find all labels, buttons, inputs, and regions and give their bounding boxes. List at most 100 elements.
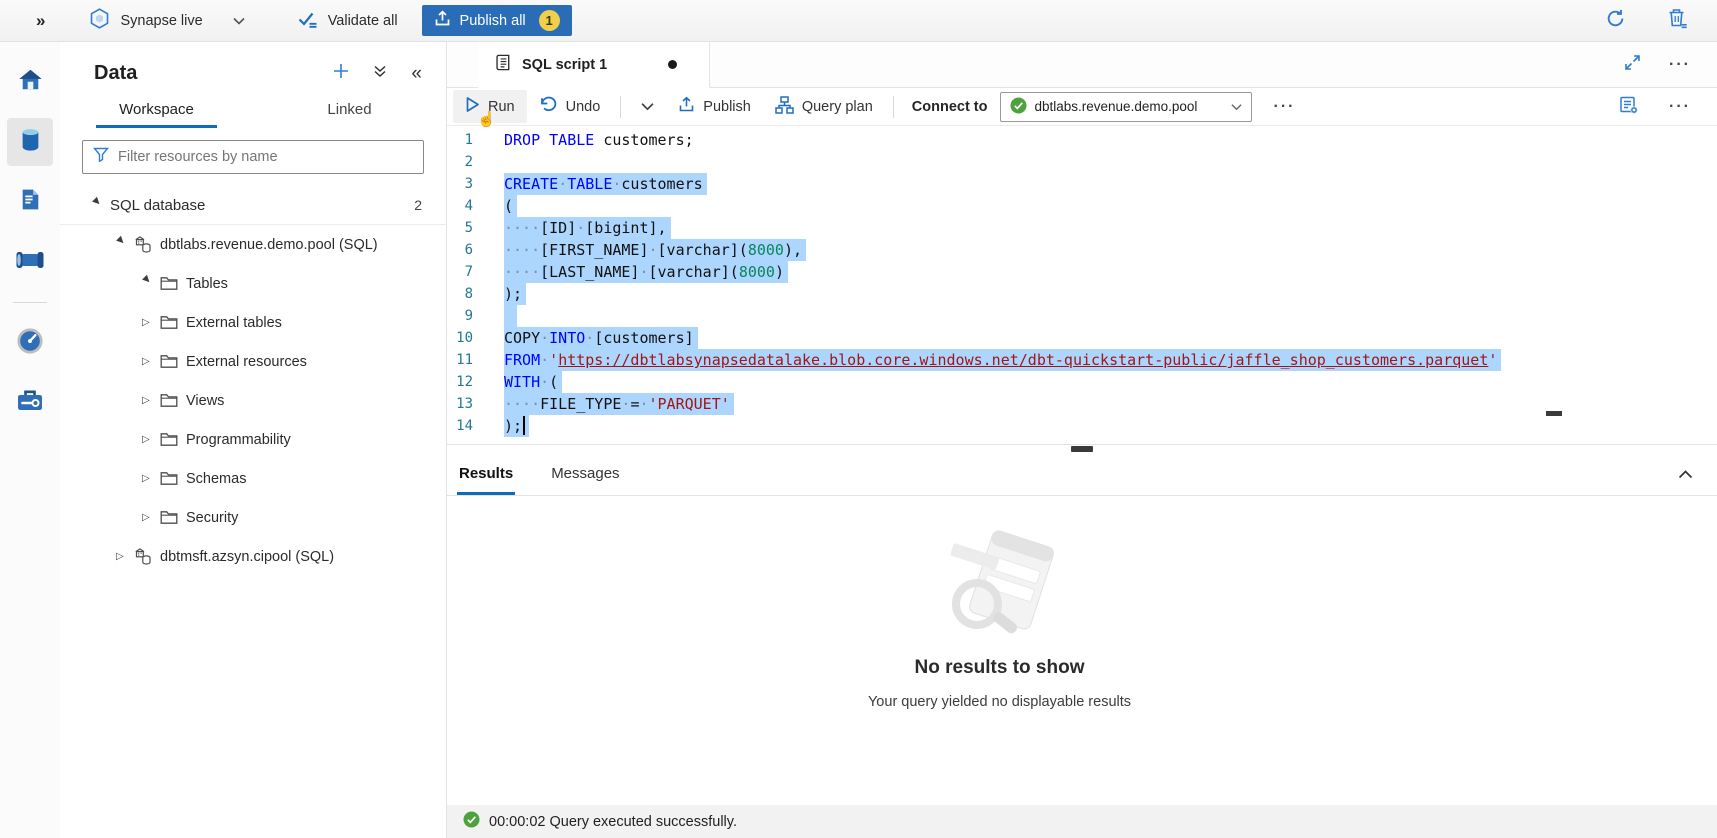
publish-all-button[interactable]: Publish all 1 [422, 5, 572, 36]
tree-item-label: External tables [186, 315, 282, 331]
tree-item-security[interactable]: ▷Security [60, 498, 446, 537]
collapse-all-icon[interactable] [373, 64, 387, 83]
home-icon [17, 67, 44, 98]
folder-icon [160, 510, 186, 525]
nav-monitor[interactable] [7, 313, 53, 373]
expand-icon[interactable]: ▷ [116, 551, 134, 562]
tree-item-external-resources[interactable]: ▷ External resources [60, 342, 446, 381]
query-status-bar: 00:00:02 Query executed successfully. [447, 805, 1717, 838]
tree-item-programmability[interactable]: ▷Programmability [60, 420, 446, 459]
no-results-illustration [925, 524, 1075, 649]
collapse-icon[interactable]: ▶ [91, 195, 112, 216]
code-lines: 1DROP TABLE customers;23CREATE·TABLE·cus… [447, 129, 1717, 437]
tab-sql-script-1[interactable]: SQL script 1 [478, 42, 710, 88]
code-editor[interactable]: 1DROP TABLE customers;23CREATE·TABLE·cus… [447, 126, 1717, 444]
query-plan-button[interactable]: Query plan [763, 90, 885, 124]
expand-icon[interactable]: ▷ [142, 317, 160, 328]
tree-item-dbtlabs-pool[interactable]: ▶dbtlabs.revenue.demo.pool (SQL) [60, 225, 446, 264]
expand-icon[interactable]: ▷ [142, 434, 160, 445]
tab-linked[interactable]: Linked [253, 101, 446, 128]
tab-workspace[interactable]: Workspace [60, 101, 253, 128]
line-number: 3 [447, 173, 473, 195]
toolbar-divider [620, 96, 621, 118]
develop-icon [18, 186, 43, 218]
query-plan-icon [775, 96, 794, 118]
item-count: 2 [414, 197, 446, 213]
scrollbar-marker[interactable] [1546, 411, 1562, 416]
folder-icon [160, 471, 186, 486]
line-number: 5 [447, 217, 473, 239]
collapse-icon[interactable]: ▶ [115, 234, 136, 255]
filter-input[interactable] [118, 149, 413, 165]
tree-item-tables[interactable]: ▶Tables [60, 264, 446, 303]
add-resource-button[interactable] [333, 63, 349, 84]
nav-data[interactable] [7, 118, 53, 166]
mode-label: Synapse live [120, 13, 202, 29]
folder-icon [160, 315, 186, 330]
mouse-pointer-icon: ☝ [477, 110, 496, 128]
results-splitter [447, 444, 1717, 452]
expand-icon[interactable]: ▷ [142, 356, 160, 367]
results-empty-state: No results to show Your query yielded no… [447, 496, 1717, 805]
collapse-panel-icon[interactable]: « [411, 64, 422, 83]
line-number: 7 [447, 261, 473, 283]
database-icon [134, 548, 160, 566]
success-icon [463, 811, 480, 832]
expand-editor-icon[interactable] [1624, 54, 1641, 76]
undo-button[interactable]: Undo [527, 90, 613, 123]
connection-value: dbtlabs.revenue.demo.pool [1035, 99, 1198, 114]
collapse-icon[interactable]: ▶ [141, 273, 162, 294]
database-icon [134, 236, 160, 254]
discard-all-button[interactable] [1668, 8, 1687, 34]
synapse-live-icon [89, 8, 110, 34]
validate-icon [297, 10, 319, 32]
toolbar-more-options-icon[interactable]: ··· [1669, 98, 1691, 116]
tree-item-external-tables[interactable]: ▷ External tables [60, 303, 446, 342]
line-number: 9 [447, 305, 473, 327]
more-commands-icon[interactable]: ··· [1274, 98, 1296, 116]
upload-icon [434, 10, 451, 31]
expand-sidebar-icon[interactable]: » [36, 11, 45, 31]
validate-all-button[interactable]: Validate all [297, 10, 398, 32]
nav-develop[interactable] [7, 172, 53, 232]
expand-icon[interactable]: ▷ [142, 395, 160, 406]
expand-icon[interactable]: ▷ [142, 473, 160, 484]
line-number: 4 [447, 195, 473, 217]
pending-changes-badge: 1 [539, 10, 560, 31]
nav-home[interactable] [7, 52, 53, 112]
nav-rail [0, 42, 60, 838]
nav-integrate[interactable] [7, 232, 53, 292]
publish-button[interactable]: Publish [666, 90, 763, 123]
tree-item-label: SQL database [110, 197, 205, 214]
text-cursor [523, 416, 525, 435]
tree-item-label: External resources [186, 354, 307, 370]
tab-results[interactable]: Results [457, 452, 515, 495]
rail-divider [13, 302, 47, 303]
tab-messages[interactable]: Messages [549, 452, 621, 495]
tree-item-schemas[interactable]: ▷Schemas [60, 459, 446, 498]
line-number: 8 [447, 283, 473, 305]
status-text: 00:00:02 Query executed successfully. [489, 814, 737, 830]
properties-icon[interactable] [1619, 95, 1639, 119]
expand-icon[interactable]: ▷ [142, 512, 160, 523]
synapse-live-selector[interactable]: Synapse live [89, 8, 244, 34]
tree-item-dbtmsft-pool[interactable]: ▷ dbtmsft.azsyn.cipool (SQL) [60, 537, 446, 576]
line-number: 2 [447, 151, 473, 173]
top-command-bar: » Synapse live Validate all Publish all … [0, 0, 1717, 42]
tree-item-sql-database[interactable]: ▶SQL database 2 [60, 186, 446, 225]
editor-tab-title: SQL script 1 [522, 57, 607, 73]
tab-more-options-icon[interactable]: ··· [1669, 56, 1691, 74]
monitor-icon [16, 327, 44, 360]
tree-item-views[interactable]: ▷Views [60, 381, 446, 420]
undo-icon [539, 96, 558, 117]
sql-editor-region: SQL script 1 ··· Run ☝ Undo Publish [447, 42, 1717, 838]
nav-manage[interactable] [7, 373, 53, 433]
tree-item-label: dbtmsft.azsyn.cipool (SQL) [160, 549, 334, 565]
connection-dropdown[interactable]: dbtlabs.revenue.demo.pool [1000, 92, 1252, 122]
run-options-chevron[interactable] [629, 96, 666, 117]
publish-icon [678, 96, 695, 117]
line-number: 12 [447, 371, 473, 393]
sql-script-icon [494, 53, 513, 77]
refresh-button[interactable] [1605, 8, 1626, 34]
collapse-results-icon[interactable] [1678, 466, 1693, 484]
